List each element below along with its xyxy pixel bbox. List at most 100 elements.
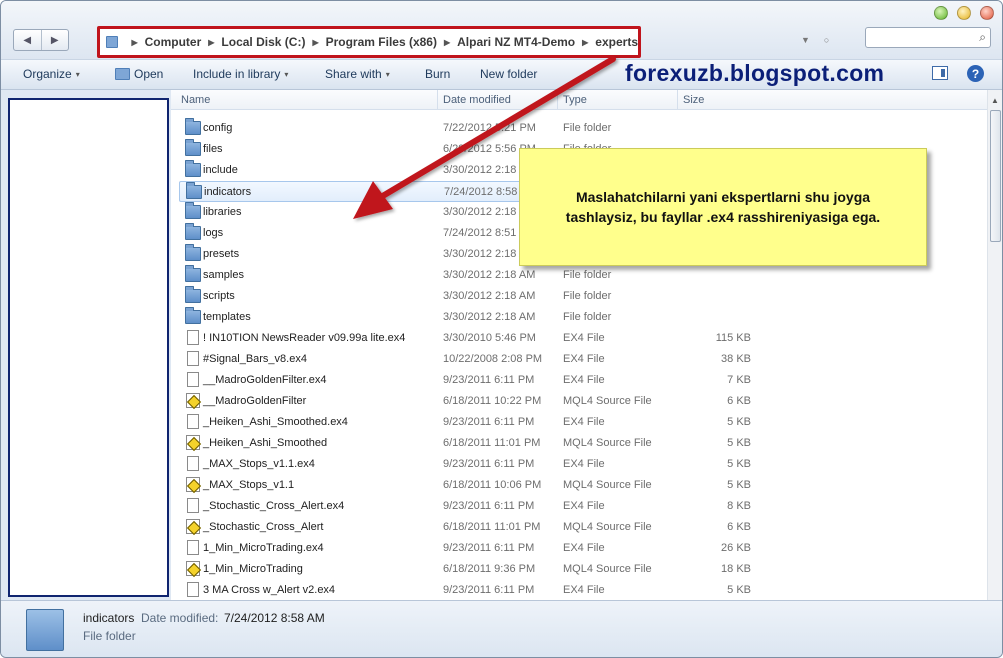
table-row[interactable]: indicators7/24/2012 8:58 AMFile folder bbox=[179, 181, 612, 202]
chevron-right-icon: ▶ bbox=[131, 37, 138, 47]
new-folder-button[interactable]: New folder bbox=[480, 67, 537, 81]
history-dropdown-icon[interactable]: ▼ bbox=[801, 35, 810, 45]
back-arrow-icon: ◀ bbox=[23, 34, 32, 46]
column-divider[interactable] bbox=[677, 90, 678, 110]
title-bar: ◀ ▶ ▶ Computer ▶ Local Disk (C:) ▶ Progr… bbox=[1, 1, 1002, 59]
file-name: _Heiken_Ashi_Smoothed bbox=[203, 437, 328, 449]
command-bar: Organize ▾ Open Include in library ▾ Sha… bbox=[1, 59, 1002, 90]
file-icon bbox=[187, 414, 199, 429]
file-size: 18 KB bbox=[721, 563, 751, 575]
mql-icon bbox=[186, 561, 200, 576]
table-row[interactable]: _Heiken_Ashi_Smoothed.ex4 9/23/2011 6:11 … bbox=[179, 412, 979, 433]
scroll-up-icon[interactable]: ▲ bbox=[991, 96, 999, 105]
table-row[interactable]: config 7/22/2012 5:21 PM File folder bbox=[179, 118, 979, 139]
breadcrumb-item-program-files[interactable]: Program Files (x86) bbox=[326, 35, 437, 49]
address-bar[interactable]: ▶ Computer ▶ Local Disk (C:) ▶ Program F… bbox=[97, 26, 641, 58]
details-name: indicators bbox=[83, 611, 135, 625]
close-button[interactable] bbox=[980, 6, 994, 20]
file-date-modified: 9/23/2011 6:11 PM bbox=[443, 500, 535, 512]
table-row[interactable]: _Stochastic_Cross_Alert 6/18/2011 11:01 P… bbox=[179, 517, 979, 538]
breadcrumb-item-computer[interactable]: Computer bbox=[145, 35, 202, 49]
table-row[interactable]: ! IN10TION NewsReader v09.99a lite.ex4 3/… bbox=[179, 328, 979, 349]
maximize-button[interactable] bbox=[957, 6, 971, 20]
file-type: EX4 File bbox=[563, 374, 605, 386]
table-row[interactable]: _MAX_Stops_v1.1 6/18/2011 10:06 PM MQL4 So… bbox=[179, 475, 979, 496]
breadcrumb-item-alpari[interactable]: Alpari NZ MT4-Demo bbox=[457, 35, 575, 49]
include-in-library-button[interactable]: Include in library ▾ bbox=[193, 67, 288, 81]
column-size[interactable]: Size bbox=[683, 94, 704, 106]
file-date-modified: 3/30/2012 2:18 AM bbox=[443, 311, 536, 323]
table-row[interactable]: 3 MA Cross w_Alert v2.ex4 9/23/2011 6:11 … bbox=[179, 580, 979, 601]
table-row[interactable]: _Heiken_Ashi_Smoothed 6/18/2011 11:01 PM M… bbox=[179, 433, 979, 454]
folder-icon bbox=[185, 160, 201, 177]
file-size: 5 KB bbox=[727, 584, 751, 596]
include-in-library-label: Include in library bbox=[193, 67, 281, 81]
file-icon bbox=[187, 351, 199, 366]
file-name: __MadroGoldenFilter.ex4 bbox=[203, 374, 327, 386]
column-name[interactable]: Name bbox=[181, 94, 210, 106]
open-button[interactable]: Open bbox=[115, 67, 163, 81]
file-type: File folder bbox=[563, 122, 612, 134]
burn-button[interactable]: Burn bbox=[425, 67, 450, 81]
help-icon[interactable]: ? bbox=[967, 65, 984, 82]
file-date-modified: 7/22/2012 5:21 PM bbox=[443, 122, 536, 134]
table-row[interactable]: samples 3/30/2012 2:18 AM File folder bbox=[179, 265, 979, 286]
file-size: 5 KB bbox=[727, 479, 751, 491]
table-row[interactable]: __MadroGoldenFilter 6/18/2011 10:22 PM MQL… bbox=[179, 391, 979, 412]
column-header: Name Date modified Type Size bbox=[171, 90, 987, 110]
file-name: _Stochastic_Cross_Alert.ex4 bbox=[203, 500, 345, 512]
column-date-modified[interactable]: Date modified bbox=[443, 94, 511, 106]
minimize-button[interactable] bbox=[934, 6, 948, 20]
folder-icon bbox=[185, 307, 201, 324]
navigation-pane[interactable] bbox=[8, 98, 169, 597]
column-divider[interactable] bbox=[437, 90, 438, 110]
file-size: 6 KB bbox=[727, 521, 751, 533]
table-row[interactable]: _MAX_Stops_v1.1.ex4 9/23/2011 6:11 PM EX4 … bbox=[179, 454, 979, 475]
refresh-icon[interactable]: ○ bbox=[824, 35, 829, 45]
chevron-right-icon: ▶ bbox=[208, 37, 215, 47]
file-type: File folder bbox=[563, 269, 612, 281]
file-name: _Heiken_Ashi_Smoothed.ex4 bbox=[203, 416, 348, 428]
file-name: include bbox=[203, 164, 238, 176]
new-folder-label: New folder bbox=[480, 67, 538, 81]
file-type: MQL4 Source File bbox=[563, 521, 652, 533]
preview-pane-icon[interactable] bbox=[932, 66, 948, 80]
column-type[interactable]: Type bbox=[563, 94, 587, 106]
table-row[interactable]: #Signal_Bars_v8.ex4 10/22/2008 2:08 PM EX4… bbox=[179, 349, 979, 370]
search-input[interactable]: ⌕ bbox=[865, 27, 991, 48]
file-name: _Stochastic_Cross_Alert bbox=[203, 521, 324, 533]
table-row[interactable]: 1_Min_MicroTrading 6/18/2011 9:36 PM MQL4 … bbox=[179, 559, 979, 580]
table-row[interactable]: templates 3/30/2012 2:18 AM File folder bbox=[179, 307, 979, 328]
table-row[interactable]: scripts 3/30/2012 2:18 AM File folder bbox=[179, 286, 979, 307]
back-button[interactable]: ◀ bbox=[14, 30, 41, 50]
chevron-right-icon: ▶ bbox=[312, 37, 319, 47]
file-type: File folder bbox=[563, 311, 612, 323]
file-date-modified: 6/18/2011 11:01 PM bbox=[443, 437, 541, 449]
file-name: config bbox=[203, 122, 233, 134]
file-size: 115 KB bbox=[715, 332, 751, 344]
breadcrumb-item-experts[interactable]: experts bbox=[595, 35, 638, 49]
table-row[interactable]: 1_Min_MicroTrading.ex4 9/23/2011 6:11 PM E… bbox=[179, 538, 979, 559]
scroll-thumb[interactable] bbox=[990, 110, 1001, 242]
file-date-modified: 3/30/2010 5:46 PM bbox=[443, 332, 536, 344]
vertical-scrollbar[interactable]: ▲ bbox=[987, 90, 1002, 600]
forward-button[interactable]: ▶ bbox=[40, 30, 69, 50]
table-row[interactable]: _Stochastic_Cross_Alert.ex4 9/23/2011 6:1… bbox=[179, 496, 979, 517]
file-icon bbox=[187, 582, 199, 597]
search-icon[interactable]: ⌕ bbox=[979, 30, 986, 45]
breadcrumb-item-local-disk[interactable]: Local Disk (C:) bbox=[221, 35, 305, 49]
folder-icon bbox=[185, 223, 201, 240]
file-name: templates bbox=[203, 311, 251, 323]
table-row[interactable]: __MadroGoldenFilter.ex4 9/23/2011 6:11 PM… bbox=[179, 370, 979, 391]
file-name: presets bbox=[203, 248, 240, 260]
organize-button[interactable]: Organize ▾ bbox=[23, 67, 80, 81]
file-type: MQL4 Source File bbox=[563, 395, 652, 407]
file-date-modified: 9/23/2011 6:11 PM bbox=[443, 584, 535, 596]
details-date: 7/24/2012 8:58 AM bbox=[224, 611, 325, 625]
column-divider[interactable] bbox=[557, 90, 558, 110]
file-type: EX4 File bbox=[563, 542, 605, 554]
organize-label: Organize bbox=[23, 67, 72, 81]
file-name: 1_Min_MicroTrading bbox=[203, 563, 303, 575]
share-with-button[interactable]: Share with ▾ bbox=[325, 67, 390, 81]
file-name: __MadroGoldenFilter bbox=[203, 395, 307, 407]
